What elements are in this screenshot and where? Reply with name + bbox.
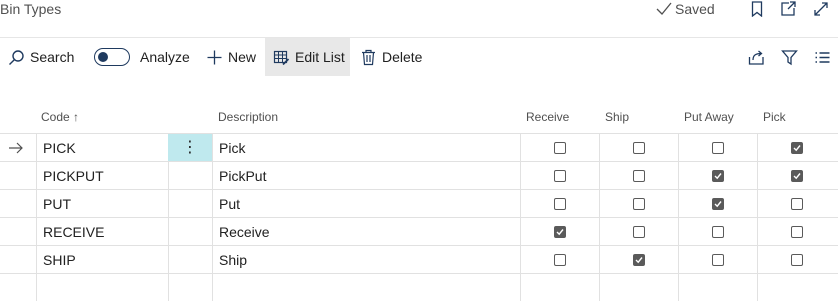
action-bar: Search Analyze New Edit List Delete xyxy=(0,38,838,76)
open-in-new-window-icon[interactable] xyxy=(779,0,797,18)
bookmark-icon[interactable] xyxy=(748,0,766,18)
search-icon xyxy=(9,49,24,65)
pick-checkbox[interactable] xyxy=(791,198,803,210)
more-options-icon: ⋮ xyxy=(182,138,198,156)
sort-ascending-icon: ↑ xyxy=(73,110,80,124)
page-title: Bin Types xyxy=(0,1,62,17)
more-options-button[interactable]: ⋮ xyxy=(168,134,212,161)
new-button[interactable]: New xyxy=(206,38,256,76)
analyze-toggle[interactable]: Analyze xyxy=(94,38,190,76)
column-header-description[interactable]: Description xyxy=(218,110,278,124)
ship-checkbox[interactable] xyxy=(633,254,645,266)
ship-checkbox[interactable] xyxy=(633,170,645,182)
saved-label: Saved xyxy=(675,1,715,17)
edit-list-button[interactable]: Edit List xyxy=(265,38,350,76)
empty-new-row[interactable] xyxy=(0,273,838,301)
code-cell[interactable]: PUT xyxy=(43,190,71,218)
search-label: Search xyxy=(30,49,75,65)
code-cell[interactable]: PICK xyxy=(43,134,76,162)
table-row[interactable]: PICKPUT PickPut xyxy=(0,161,838,189)
column-headers: Code ↑ Description Receive Ship Put Away… xyxy=(0,110,838,130)
trash-icon xyxy=(362,49,375,65)
analyze-label: Analyze xyxy=(140,49,190,65)
saved-status: Saved xyxy=(656,1,715,17)
column-header-ship[interactable]: Ship xyxy=(605,110,629,124)
column-header-receive[interactable]: Receive xyxy=(526,110,569,124)
edit-list-label: Edit List xyxy=(295,49,345,65)
code-cell[interactable]: SHIP xyxy=(43,246,76,274)
title-bar: Bin Types Saved xyxy=(0,0,838,36)
receive-checkbox[interactable] xyxy=(554,142,566,154)
put-away-checkbox[interactable] xyxy=(712,254,724,266)
description-cell[interactable]: PickPut xyxy=(219,162,266,190)
share-icon[interactable] xyxy=(747,48,765,66)
expand-icon[interactable] xyxy=(812,0,830,18)
search-button[interactable]: Search xyxy=(8,38,74,76)
pick-checkbox[interactable] xyxy=(791,226,803,238)
toggle-switch[interactable] xyxy=(94,48,130,66)
pick-checkbox[interactable] xyxy=(791,142,803,154)
table-row[interactable]: PUT Put xyxy=(0,189,838,217)
edit-list-icon xyxy=(273,50,290,65)
put-away-checkbox[interactable] xyxy=(712,142,724,154)
receive-checkbox[interactable] xyxy=(554,226,566,238)
column-header-code[interactable]: Code ↑ xyxy=(41,110,79,124)
description-cell[interactable]: Pick xyxy=(219,134,245,162)
ship-checkbox[interactable] xyxy=(633,142,645,154)
description-cell[interactable]: Ship xyxy=(219,246,247,274)
description-cell[interactable]: Put xyxy=(219,190,240,218)
pick-checkbox[interactable] xyxy=(791,254,803,266)
delete-label: Delete xyxy=(382,49,423,65)
receive-checkbox[interactable] xyxy=(554,254,566,266)
receive-checkbox[interactable] xyxy=(554,170,566,182)
list-view-icon[interactable] xyxy=(813,48,831,66)
code-cell[interactable]: RECEIVE xyxy=(43,218,104,246)
code-cell[interactable]: PICKPUT xyxy=(43,162,104,190)
table-row[interactable]: PICK ⋮ Pick xyxy=(0,133,838,161)
table-row[interactable]: SHIP Ship xyxy=(0,245,838,273)
receive-checkbox[interactable] xyxy=(554,198,566,210)
put-away-checkbox[interactable] xyxy=(712,226,724,238)
ship-checkbox[interactable] xyxy=(633,226,645,238)
row-indicator-arrow-icon xyxy=(8,134,28,162)
put-away-checkbox[interactable] xyxy=(712,170,724,182)
filter-icon[interactable] xyxy=(780,48,798,66)
put-away-checkbox[interactable] xyxy=(712,198,724,210)
new-label: New xyxy=(228,49,257,65)
column-header-put-away[interactable]: Put Away xyxy=(684,110,734,124)
pick-checkbox[interactable] xyxy=(791,170,803,182)
ship-checkbox[interactable] xyxy=(633,198,645,210)
column-header-pick[interactable]: Pick xyxy=(763,110,786,124)
description-cell[interactable]: Receive xyxy=(219,218,270,246)
table-row[interactable]: RECEIVE Receive xyxy=(0,217,838,245)
delete-button[interactable]: Delete xyxy=(360,38,422,76)
plus-icon xyxy=(207,50,222,64)
checkmark-icon xyxy=(656,2,672,15)
